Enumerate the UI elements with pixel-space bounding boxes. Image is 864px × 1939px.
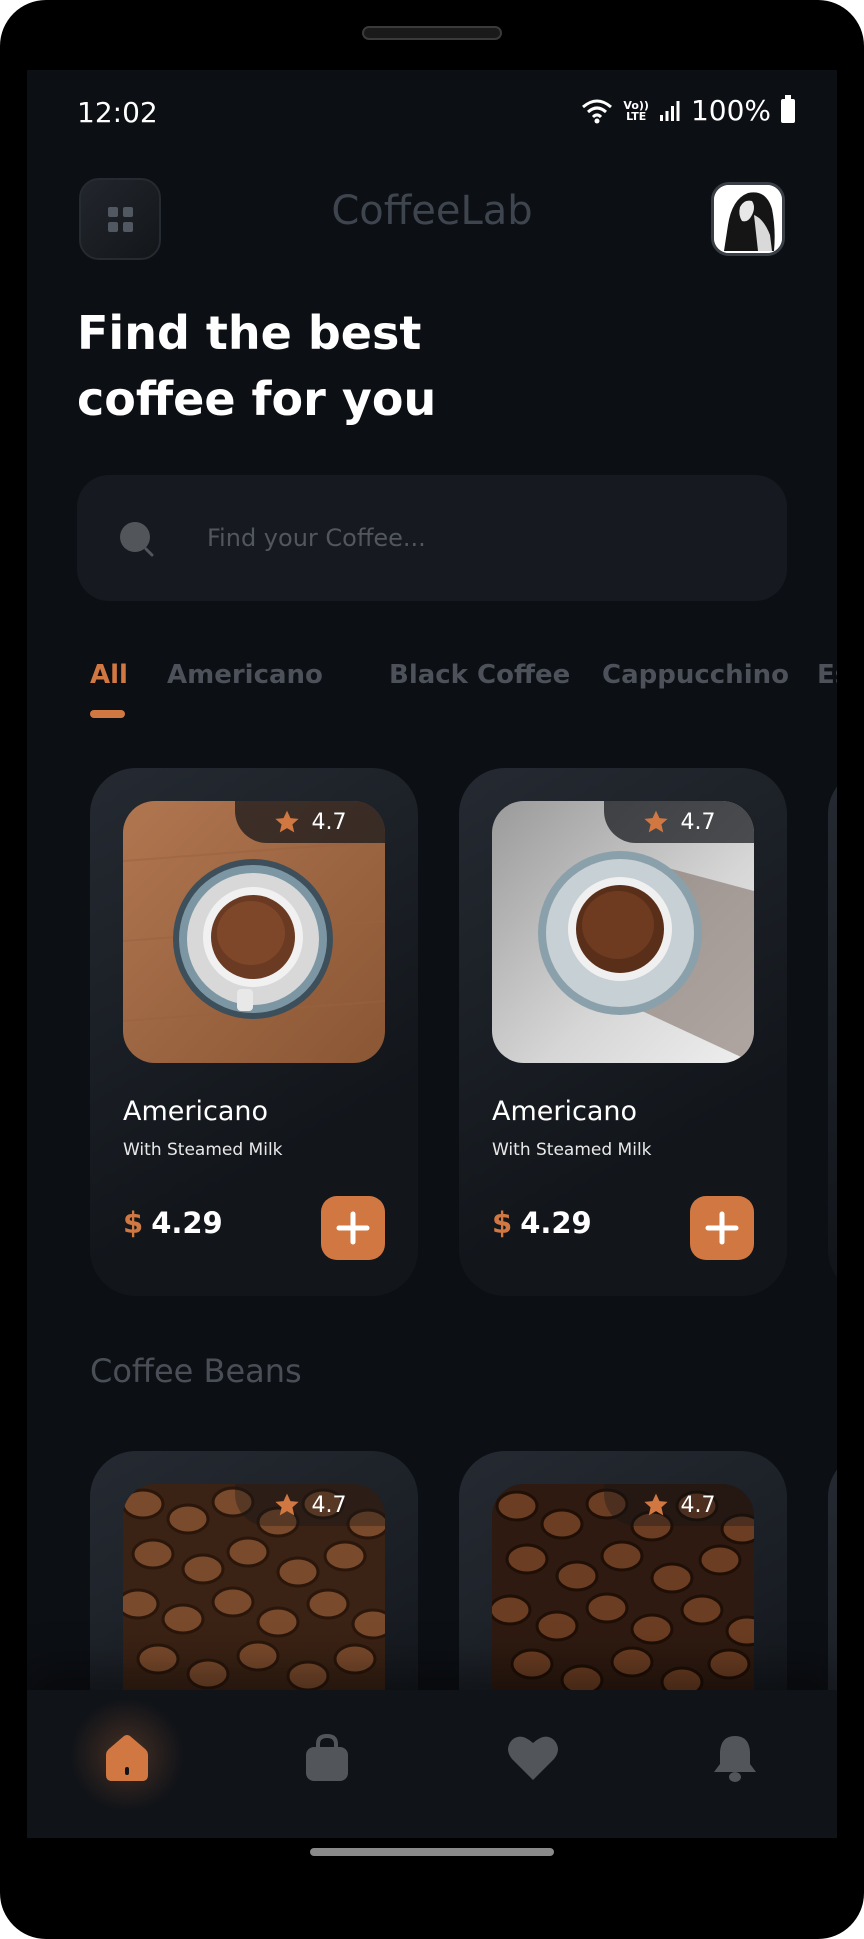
headline-line-1: Find the best (77, 306, 422, 360)
plus-icon (336, 1211, 370, 1245)
rating-badge: 4.7 (235, 1484, 385, 1526)
star-icon (643, 810, 668, 833)
app-screen: 12:02 Vo)) LTE 100% CoffeeLab Find the b… (27, 70, 837, 1838)
rating-value: 4.7 (311, 1492, 347, 1518)
rating-value: 4.7 (311, 809, 347, 835)
search-input[interactable] (207, 513, 747, 563)
star-icon (274, 810, 299, 833)
status-icons: Vo)) LTE 100% (581, 94, 795, 127)
status-bar: 12:02 Vo)) LTE 100% (27, 70, 837, 154)
nav-cart[interactable] (297, 1728, 357, 1788)
add-to-cart-button[interactable] (321, 1196, 385, 1260)
bottom-nav (27, 1690, 837, 1838)
currency-symbol: $ (123, 1206, 144, 1240)
battery-percent: 100% (690, 94, 771, 127)
nav-favorites[interactable] (503, 1728, 563, 1788)
home-indicator[interactable] (310, 1848, 554, 1856)
avatar-silhouette (714, 185, 782, 253)
bell-icon (714, 1736, 756, 1782)
profile-avatar[interactable] (711, 182, 785, 256)
currency-symbol: $ (492, 1206, 513, 1240)
tab-cappucchino[interactable]: Cappucchino (602, 660, 789, 690)
section-title: Coffee Beans (90, 1352, 302, 1390)
volte-indicator: Vo)) LTE (623, 100, 649, 122)
plus-icon (705, 1211, 739, 1245)
coffee-image: 4.7 (492, 801, 754, 1063)
signal-icon (659, 100, 680, 121)
nav-home[interactable] (97, 1728, 157, 1788)
home-icon (106, 1735, 148, 1781)
volte-label: Vo)) (623, 98, 649, 112)
coffee-card-partial[interactable] (828, 768, 837, 1296)
coffee-card[interactable]: 4.7 Americano With Steamed Milk $4.29 (90, 768, 418, 1296)
wifi-icon (582, 99, 613, 123)
active-tab-indicator (90, 710, 125, 718)
category-tabs: All Americano Black Coffee Cappucchino E… (90, 660, 837, 730)
rating-badge: 4.7 (604, 1484, 754, 1526)
coffee-price: $4.29 (123, 1206, 223, 1240)
price-value: 4.29 (151, 1206, 223, 1240)
coffee-image: 4.7 (123, 801, 385, 1063)
coffee-name: Americano (123, 1096, 269, 1127)
coffee-subtitle: With Steamed Milk (492, 1140, 652, 1160)
coffee-name: Americano (492, 1096, 638, 1127)
phone-frame: 12:02 Vo)) LTE 100% CoffeeLab Find the b… (0, 0, 864, 1939)
tab-americano[interactable]: Americano (167, 660, 323, 690)
tab-all[interactable]: All (90, 660, 128, 690)
add-to-cart-button[interactable] (690, 1196, 754, 1260)
search-icon (120, 522, 154, 557)
coffee-card[interactable]: 4.7 Americano With Steamed Milk $4.29 (459, 768, 787, 1296)
bag-icon (306, 1733, 348, 1781)
battery-icon (781, 94, 795, 123)
nav-notifications[interactable] (705, 1728, 765, 1788)
rating-value: 4.7 (680, 1492, 716, 1518)
tab-black-coffee[interactable]: Black Coffee (389, 660, 570, 690)
search-bar[interactable] (77, 475, 787, 601)
coffee-subtitle: With Steamed Milk (123, 1140, 283, 1160)
lte-label: LTE (626, 109, 647, 123)
price-value: 4.29 (520, 1206, 592, 1240)
coffee-price: $4.29 (492, 1206, 592, 1240)
star-icon (274, 1493, 299, 1516)
rating-badge: 4.7 (235, 801, 385, 843)
star-icon (643, 1493, 668, 1516)
rating-badge: 4.7 (604, 801, 754, 843)
page-headline: Find the best coffee for you (77, 300, 436, 432)
rating-value: 4.7 (680, 809, 716, 835)
heart-icon (508, 1736, 558, 1780)
status-time: 12:02 (77, 96, 158, 129)
headline-line-2: coffee for you (77, 372, 437, 426)
speaker-grill (362, 26, 502, 40)
tab-espresso[interactable]: Espresso (817, 660, 837, 690)
